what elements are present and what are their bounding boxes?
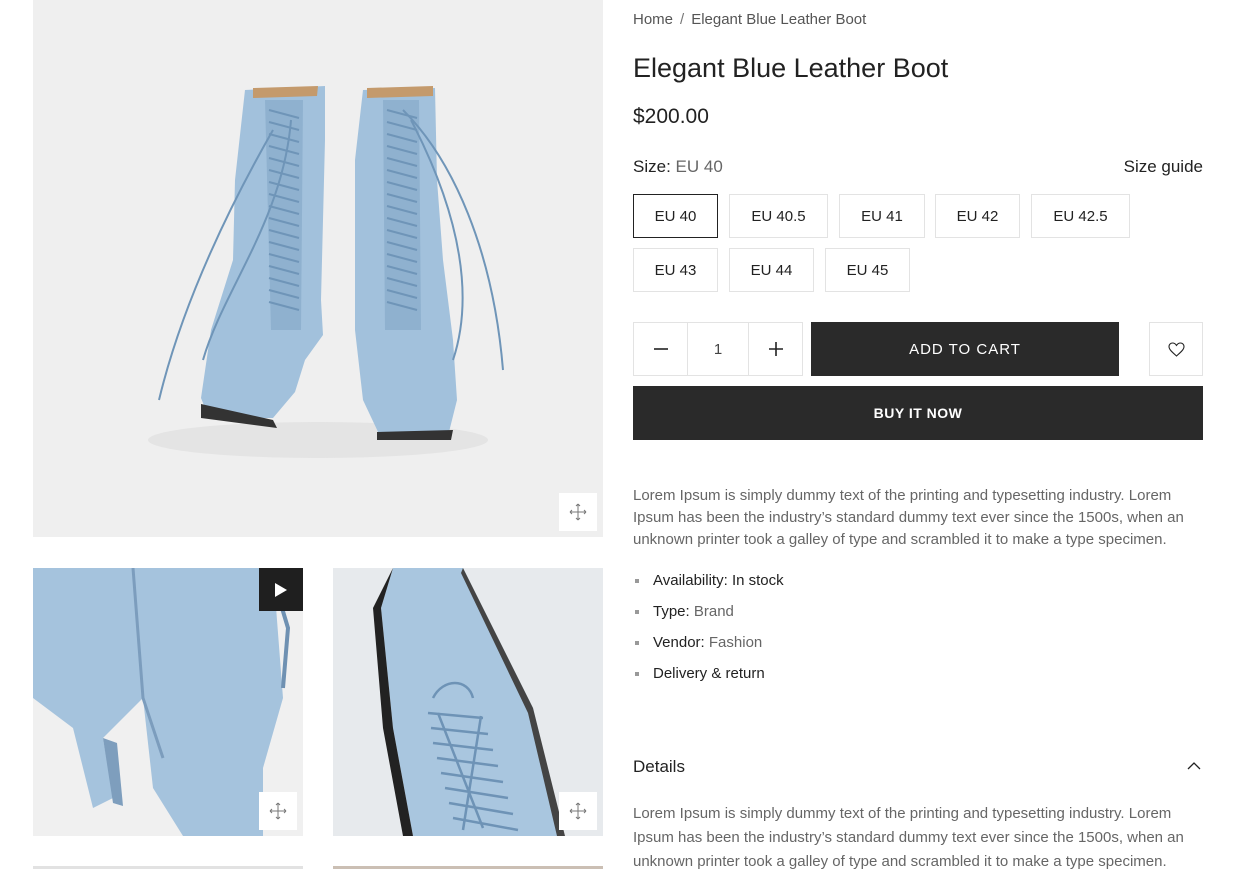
- wishlist-button[interactable]: [1149, 322, 1203, 376]
- add-to-cart-button[interactable]: ADD TO CART: [811, 322, 1119, 376]
- arrows-move-icon: [569, 503, 587, 521]
- type-label: Type:: [653, 603, 690, 620]
- thumbnail-boot-toe[interactable]: [333, 568, 603, 836]
- meta-delivery-return[interactable]: Delivery & return: [633, 663, 784, 694]
- zoom-button[interactable]: [559, 792, 597, 830]
- zoom-button[interactable]: [259, 792, 297, 830]
- size-option-eu-43[interactable]: EU 43: [633, 248, 718, 292]
- buy-it-now-button[interactable]: BUY IT NOW: [633, 386, 1203, 440]
- size-option-eu-40-5[interactable]: EU 40.5: [729, 194, 828, 238]
- breadcrumb-separator: /: [680, 11, 685, 28]
- breadcrumb-home-link[interactable]: Home: [633, 11, 673, 28]
- breadcrumb-current: Elegant Blue Leather Boot: [691, 11, 867, 28]
- size-option-eu-45[interactable]: EU 45: [825, 248, 910, 292]
- quantity-stepper: 1: [633, 322, 803, 376]
- main-product-image[interactable]: [33, 0, 603, 537]
- play-icon: [275, 582, 287, 597]
- selected-size: EU 40: [675, 157, 723, 176]
- size-guide-link[interactable]: Size guide: [1124, 157, 1203, 177]
- quantity-input[interactable]: 1: [687, 323, 749, 375]
- chevron-up-icon: [1187, 762, 1201, 770]
- size-label: Size:: [633, 157, 671, 176]
- delivery-return-link[interactable]: Delivery & return: [653, 665, 765, 682]
- details-accordion-toggle[interactable]: Details: [633, 757, 1203, 781]
- increase-quantity-button[interactable]: [749, 323, 802, 375]
- type-value[interactable]: Brand: [694, 603, 734, 620]
- details-heading: Details: [633, 757, 685, 776]
- size-option-eu-40[interactable]: EU 40: [633, 194, 718, 238]
- vendor-label: Vendor:: [653, 634, 705, 651]
- product-title: Elegant Blue Leather Boot: [633, 53, 949, 83]
- size-selector-header: Size: EU 40 Size guide: [633, 157, 1203, 177]
- size-option-eu-42[interactable]: EU 42: [935, 194, 1020, 238]
- availability-label: Availability:: [653, 572, 728, 589]
- vendor-value[interactable]: Fashion: [709, 634, 762, 651]
- product-description: Lorem Ipsum is simply dummy text of the …: [633, 487, 1184, 548]
- zoom-button[interactable]: [559, 493, 597, 531]
- thumbnail-boot-heel[interactable]: [33, 568, 303, 836]
- heart-icon: [1167, 341, 1185, 357]
- plus-icon: [768, 342, 783, 356]
- size-option-eu-44[interactable]: EU 44: [729, 248, 814, 292]
- decrease-quantity-button[interactable]: [634, 323, 687, 375]
- size-option-eu-41[interactable]: EU 41: [839, 194, 925, 238]
- meta-availability: Availability: In stock: [633, 570, 784, 601]
- product-price: $200.00: [633, 105, 709, 128]
- meta-vendor: Vendor: Fashion: [633, 632, 784, 663]
- size-option-eu-42-5[interactable]: EU 42.5: [1031, 194, 1130, 238]
- arrows-move-icon: [269, 802, 287, 820]
- product-meta-list: Availability: In stock Type: Brand Vendo…: [633, 570, 784, 694]
- details-content: Lorem Ipsum is simply dummy text of the …: [633, 805, 1184, 869]
- minus-icon: [653, 348, 668, 350]
- availability-value: In stock: [731, 572, 784, 589]
- boots-illustration: [33, 0, 603, 537]
- arrows-move-icon: [569, 802, 587, 820]
- breadcrumb: Home / Elegant Blue Leather Boot: [633, 11, 866, 28]
- meta-type: Type: Brand: [633, 601, 784, 632]
- play-video-button[interactable]: [259, 568, 303, 611]
